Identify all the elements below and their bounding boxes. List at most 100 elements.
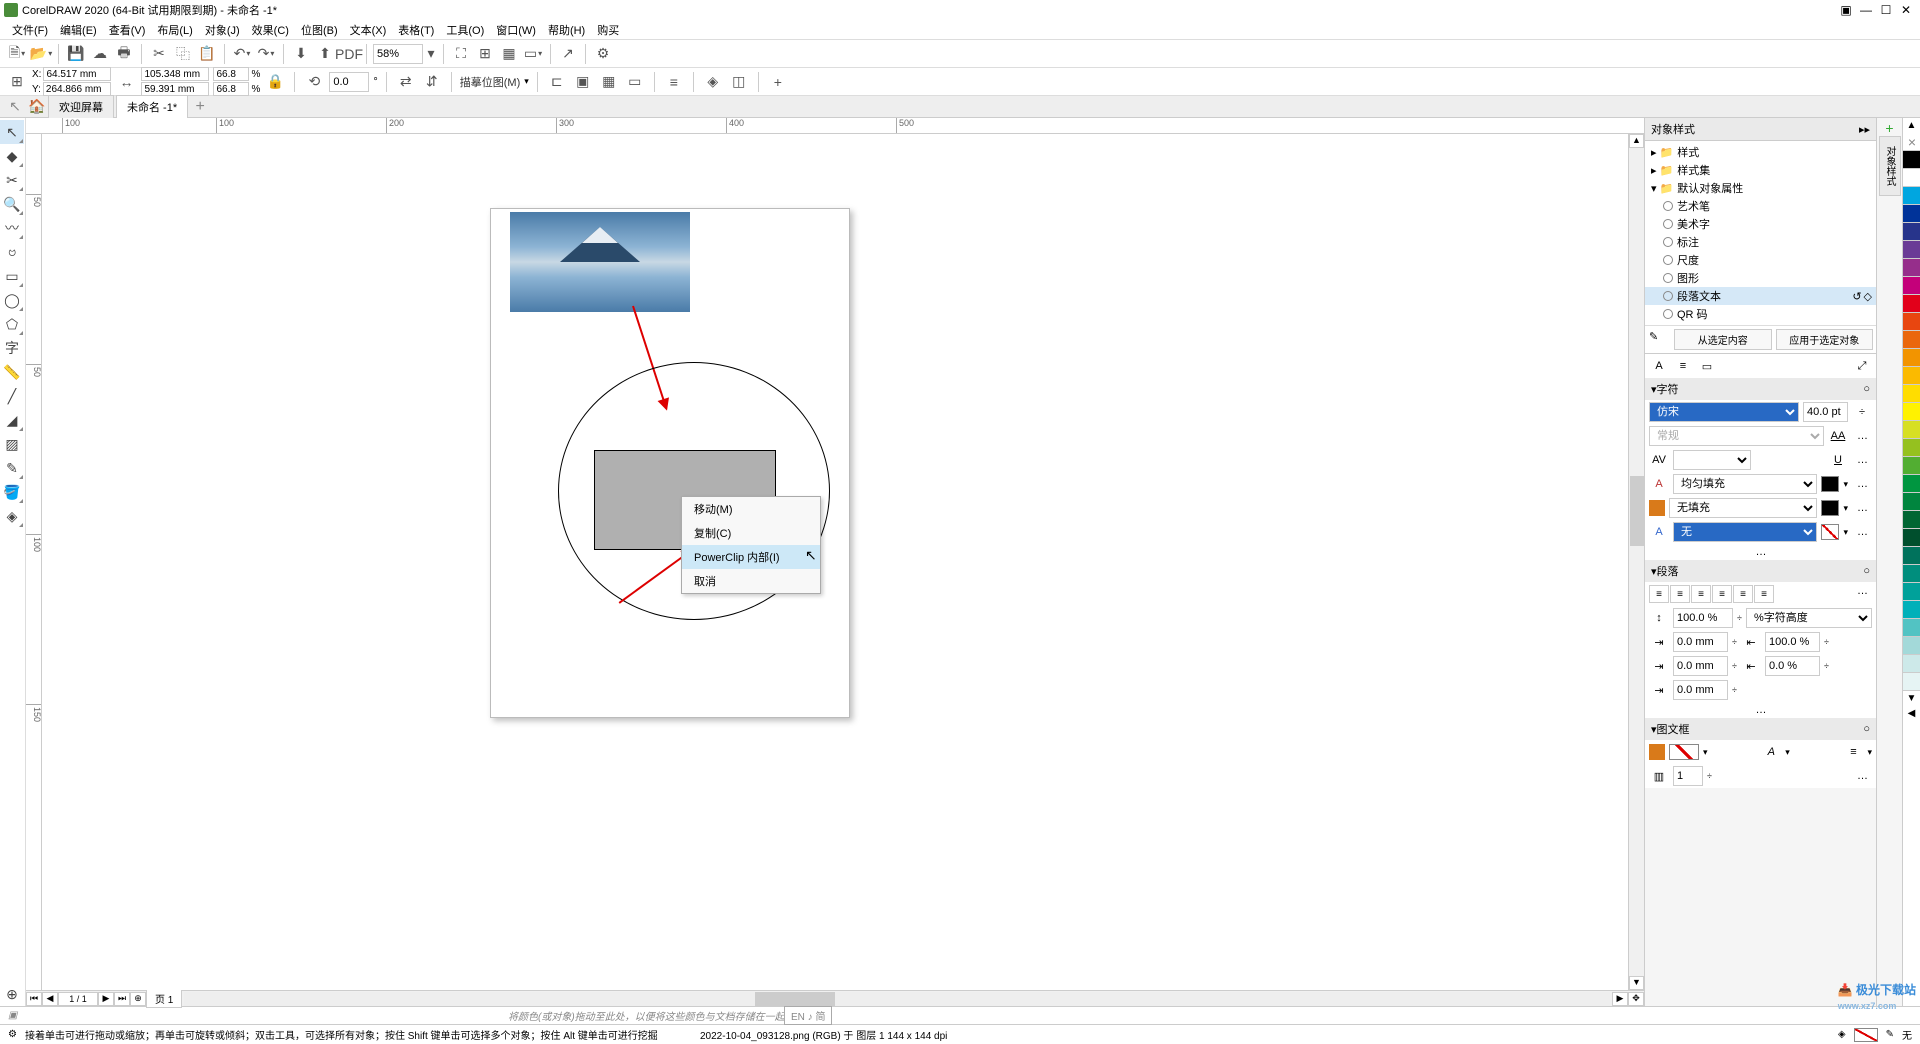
width-input[interactable] xyxy=(141,67,209,81)
menu-window[interactable]: 窗口(W) xyxy=(490,20,542,40)
menu-tools[interactable]: 工具(O) xyxy=(440,20,490,40)
menu-bitmap[interactable]: 位图(B) xyxy=(295,20,344,40)
scroll-up[interactable]: ▲ xyxy=(1629,134,1644,148)
frame-icon[interactable]: ▭ xyxy=(1697,356,1717,376)
color-swatch[interactable] xyxy=(1903,403,1920,421)
no-color-swatch[interactable] xyxy=(1903,133,1920,151)
menu-text[interactable]: 文本(X) xyxy=(344,20,393,40)
transparency-button[interactable]: ◫ xyxy=(728,71,750,93)
open-button[interactable]: 📂 xyxy=(30,43,52,65)
tab-document[interactable]: 未命名 -1* xyxy=(116,95,188,118)
add-page[interactable]: ⊕ xyxy=(130,992,146,1006)
size-spinner[interactable]: ÷ xyxy=(1852,402,1872,422)
color-swatch[interactable] xyxy=(1903,169,1920,187)
bg-fill-select[interactable]: 无填充 xyxy=(1669,498,1817,518)
rect-button[interactable]: ▭ xyxy=(624,71,646,93)
last-page[interactable]: ⏭ xyxy=(114,992,130,1006)
transparency-tool[interactable]: ▨ xyxy=(0,432,24,456)
color-swatch[interactable] xyxy=(1903,493,1920,511)
para-icon[interactable]: ≡ xyxy=(1673,356,1693,376)
color-swatch[interactable] xyxy=(1903,457,1920,475)
scroll-thumb[interactable] xyxy=(1630,476,1644,546)
scroll-down[interactable]: ▼ xyxy=(1629,976,1644,990)
vertical-align-icon[interactable]: ≡ xyxy=(1843,742,1863,762)
color-swatch[interactable] xyxy=(1903,673,1920,691)
indent-left-input[interactable] xyxy=(1673,656,1728,676)
paragraph-section[interactable]: ▾ 段落○ xyxy=(1645,560,1876,582)
trace-bitmap-label[interactable]: 描摹位图(M) xyxy=(460,74,521,90)
color-swatch[interactable] xyxy=(1903,187,1920,205)
import-button[interactable]: ⬇ xyxy=(290,43,312,65)
collapse-icon[interactable]: ▸▸ xyxy=(1859,123,1870,136)
maximize-button[interactable]: ☐ xyxy=(1876,1,1896,19)
home-icon[interactable]: 🏠 xyxy=(26,96,48,118)
color-swatch[interactable] xyxy=(1903,655,1920,673)
undo-button[interactable]: ↶ xyxy=(231,43,253,65)
para-more[interactable]: … xyxy=(1751,704,1771,716)
add-docker-icon[interactable]: + xyxy=(1885,120,1893,136)
pos-y-input[interactable] xyxy=(43,82,111,96)
color-swatch[interactable] xyxy=(1903,259,1920,277)
color-swatch[interactable] xyxy=(1903,205,1920,223)
align-left[interactable]: ≡ xyxy=(1670,585,1690,603)
ctx-copy[interactable]: 复制(C) xyxy=(682,521,820,545)
fill-tool[interactable]: 🪣 xyxy=(0,480,24,504)
pick-tool[interactable]: ↖ xyxy=(0,120,24,144)
menu-layout[interactable]: 布局(L) xyxy=(151,20,198,40)
options-button[interactable]: ⚙ xyxy=(592,43,614,65)
tree-qrcode[interactable]: QR 码 xyxy=(1645,305,1876,323)
ellipse-tool[interactable]: ◯ xyxy=(0,288,24,312)
wrap-text-button[interactable]: ≡ xyxy=(663,71,685,93)
menu-edit[interactable]: 编辑(E) xyxy=(54,20,103,40)
menu-table[interactable]: 表格(T) xyxy=(392,20,440,40)
color-swatch[interactable] xyxy=(1903,421,1920,439)
first-page[interactable]: ⏮ xyxy=(26,992,42,1006)
tab-welcome[interactable]: 欢迎屏幕 xyxy=(48,95,114,118)
character-section[interactable]: ▾ 字符○ xyxy=(1645,378,1876,400)
print-button[interactable]: 🖶 xyxy=(113,43,135,65)
text-direction-icon[interactable]: A xyxy=(1761,742,1781,762)
ruler-button[interactable]: ⊞ xyxy=(474,43,496,65)
frame-section[interactable]: ▾ 图文框○ xyxy=(1645,718,1876,740)
launch-button[interactable]: ↗ xyxy=(557,43,579,65)
new-button[interactable]: 🗎 xyxy=(6,43,28,65)
pick-icon[interactable]: ↖ xyxy=(4,96,26,118)
menu-effect[interactable]: 效果(C) xyxy=(246,20,295,40)
bg-swatch[interactable] xyxy=(1821,500,1839,516)
color-well-bar[interactable]: ▣ 将颜色(或对象)拖动至此处，以便将这些颜色与文档存储在一起 EN ♪ 简 xyxy=(0,1006,1920,1024)
vertical-scrollbar[interactable]: ▲ ▼ xyxy=(1628,134,1644,990)
add-swatch-icon[interactable]: ▣ xyxy=(8,1010,17,1021)
fill-more[interactable]: … xyxy=(1852,478,1872,490)
tree-dimension[interactable]: 尺度 xyxy=(1645,251,1876,269)
frame-fill-swatch[interactable] xyxy=(1669,744,1699,760)
fill-swatch[interactable] xyxy=(1821,476,1839,492)
menu-file[interactable]: 文件(F) xyxy=(6,20,54,40)
drawing-canvas[interactable]: 移动(M) 复制(C) PowerClip 内部(I) 取消 ↖ xyxy=(42,134,1628,990)
horizontal-ruler[interactable]: 100 100 200 300 400 500 xyxy=(26,118,1644,134)
align-center[interactable]: ≡ xyxy=(1691,585,1711,603)
fill-none-indicator[interactable] xyxy=(1854,1028,1878,1042)
underline-icon[interactable]: U xyxy=(1828,450,1848,470)
caps-icon[interactable]: AA xyxy=(1828,426,1848,446)
reset-icon[interactable]: ↺ xyxy=(1852,290,1861,303)
color-swatch[interactable] xyxy=(1903,511,1920,529)
tree-paragraphtext[interactable]: 段落文本↺◇ xyxy=(1645,287,1876,305)
close-button[interactable]: ✕ xyxy=(1896,1,1916,19)
add-button[interactable]: + xyxy=(767,71,789,93)
outline-tool[interactable]: ◈ xyxy=(0,504,24,528)
page-of[interactable]: 1 / 1 xyxy=(58,992,98,1006)
crop-button[interactable]: ⊏ xyxy=(546,71,568,93)
color-swatch[interactable] xyxy=(1903,601,1920,619)
shape-tool[interactable]: ◆ xyxy=(0,144,24,168)
ime-indicator[interactable]: EN ♪ 简 xyxy=(784,1006,832,1025)
from-selection-button[interactable]: 从选定内容 xyxy=(1674,329,1772,350)
color-swatch[interactable] xyxy=(1903,565,1920,583)
color-swatch[interactable] xyxy=(1903,223,1920,241)
color-swatch[interactable] xyxy=(1903,367,1920,385)
menu-buy[interactable]: 购买 xyxy=(591,20,625,40)
color-swatch[interactable] xyxy=(1903,151,1920,169)
color-swatch[interactable] xyxy=(1903,619,1920,637)
tree-graphic[interactable]: 图形 xyxy=(1645,269,1876,287)
well-object-styles[interactable]: 对象样式 xyxy=(1879,136,1901,196)
expand-icon[interactable]: ⤢ xyxy=(1852,356,1872,376)
